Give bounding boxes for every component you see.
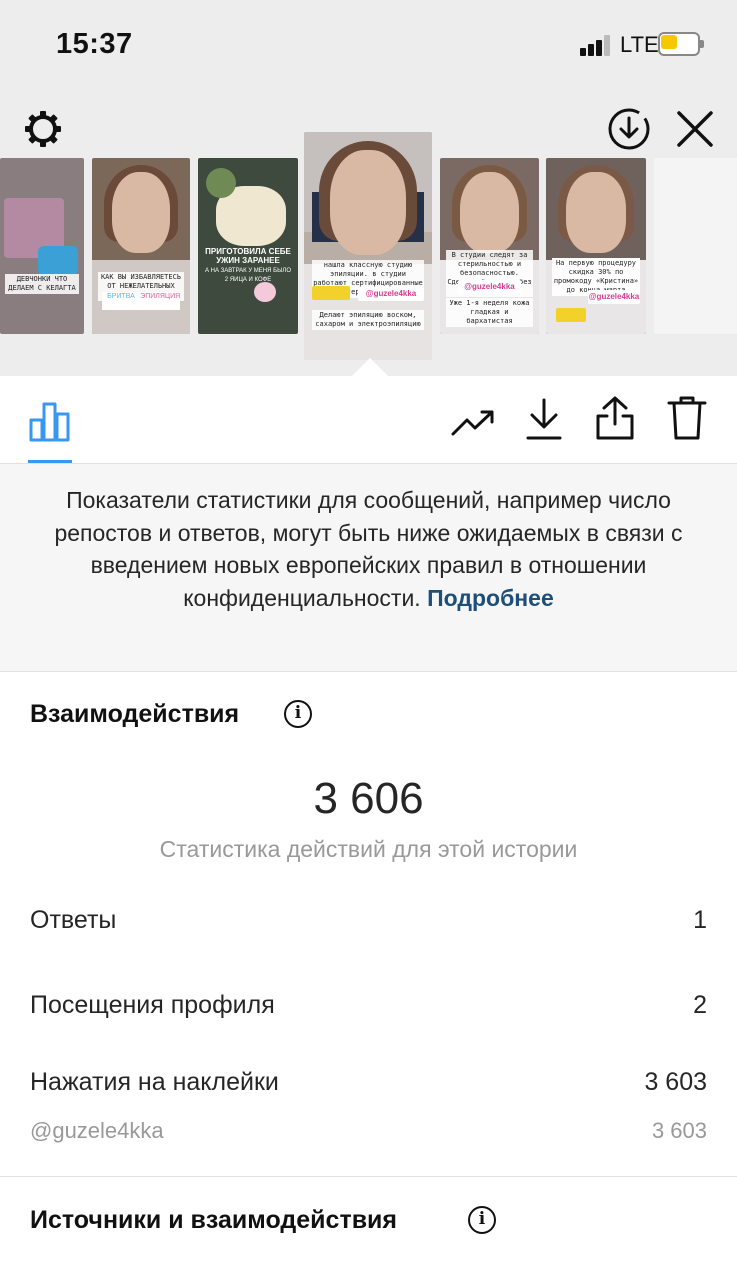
sticker-handle: @guzele4kka [457,280,522,294]
sticker-handle: @guzele4kka [588,290,640,304]
interactions-total: 3 606 [313,774,424,823]
network-label: LTE [620,32,659,57]
tab-underline [28,460,72,463]
interactions-subtitle: Статистика действий для этой истории [159,836,578,862]
sticker-handle-value: 3 603 [651,1118,707,1143]
trash-icon[interactable] [666,394,708,442]
sources-title: Источники и взаимодействия [30,1206,398,1234]
privacy-notice: Показатели статистики для сообщений, нап… [0,464,737,672]
story-thumbnail[interactable]: КАК ВЫ ИЗБАВЛЯЕТЕСЬ ОТ НЕЖЕЛАТЕЛЬНЫХ ВОЛ… [92,158,190,334]
row-profile-visits-label: Посещения профиля [30,991,275,1019]
story-thumbnail[interactable]: ДЕВЧОНКИ ЧТО ДЕЛАЕМ С КЕЛАГТА [0,158,84,334]
story-thumbnail[interactable]: На первую процедуру скидка 30% по промок… [546,158,646,334]
bar-chart-icon[interactable] [28,400,72,442]
notice-text: Показатели статистики для сообщений, нап… [54,487,683,611]
story-preview-area: 15:37 LTE ДЕВЧОНКИ ЧТО ДЕЛАЕМ С КЕЛАГТА … [0,0,737,378]
info-icon[interactable]: i [284,700,312,728]
trending-up-icon[interactable] [450,406,496,440]
row-sticker-taps-label: Нажатия на наклейки [30,1068,279,1096]
story-thumbnail-selected[interactable]: нашла классную студию эпиляции. в студии… [304,132,432,360]
download-icon[interactable] [524,396,564,442]
poll-option: БРИТВА [107,293,135,300]
poll-option: ЭПИЛЯЦИЯ [140,293,181,300]
story-thumbnail[interactable]: В студии следят за стерильностью и безоп… [440,158,539,334]
interactions-title: Взаимодействия [30,700,240,728]
story-thumbnail-placeholder [654,158,737,334]
row-sticker-taps-value: 3 603 [644,1068,707,1096]
info-icon[interactable]: i [468,1206,496,1234]
section-divider [0,1176,737,1177]
row-replies-value: 1 [693,906,707,934]
story-caption: ПРИГОТОВИЛА СЕБЕ УЖИН ЗАРАНЕЕ [205,247,291,265]
story-caption: Делают эпиляцию воском, сахаром и электр… [311,310,425,330]
learn-more-link[interactable]: Подробнее [427,585,554,611]
row-replies-label: Ответы [30,906,117,934]
share-icon[interactable] [594,394,636,442]
battery-icon [658,32,704,56]
sticker-handle-label: @guzele4kka [30,1118,164,1143]
story-caption: ДЕВЧОНКИ ЧТО ДЕЛАЕМ С КЕЛАГТА [5,274,79,294]
selected-pointer [350,358,390,378]
status-time: 15:37 [56,28,133,60]
row-profile-visits-value: 2 [693,991,707,1019]
signal-icon [580,34,612,56]
story-thumbnail[interactable]: ПРИГОТОВИЛА СЕБЕ УЖИН ЗАРАНЕЕ А НА ЗАВТР… [198,158,298,334]
story-thumbnails-strip: ДЕВЧОНКИ ЧТО ДЕЛАЕМ С КЕЛАГТА КАК ВЫ ИЗБ… [0,130,737,362]
status-bar: 15:37 LTE [0,0,737,88]
insights-toolbar [0,376,737,464]
story-caption: А НА ЗАВТРАК У МЕНЯ БЫЛО 2 ЯИЦА И КОФЕ [205,268,291,283]
story-caption: Уже 1-я неделя кожа гладкая и бархатиста… [445,298,534,327]
sticker-handle: @guzele4kka [357,287,425,301]
